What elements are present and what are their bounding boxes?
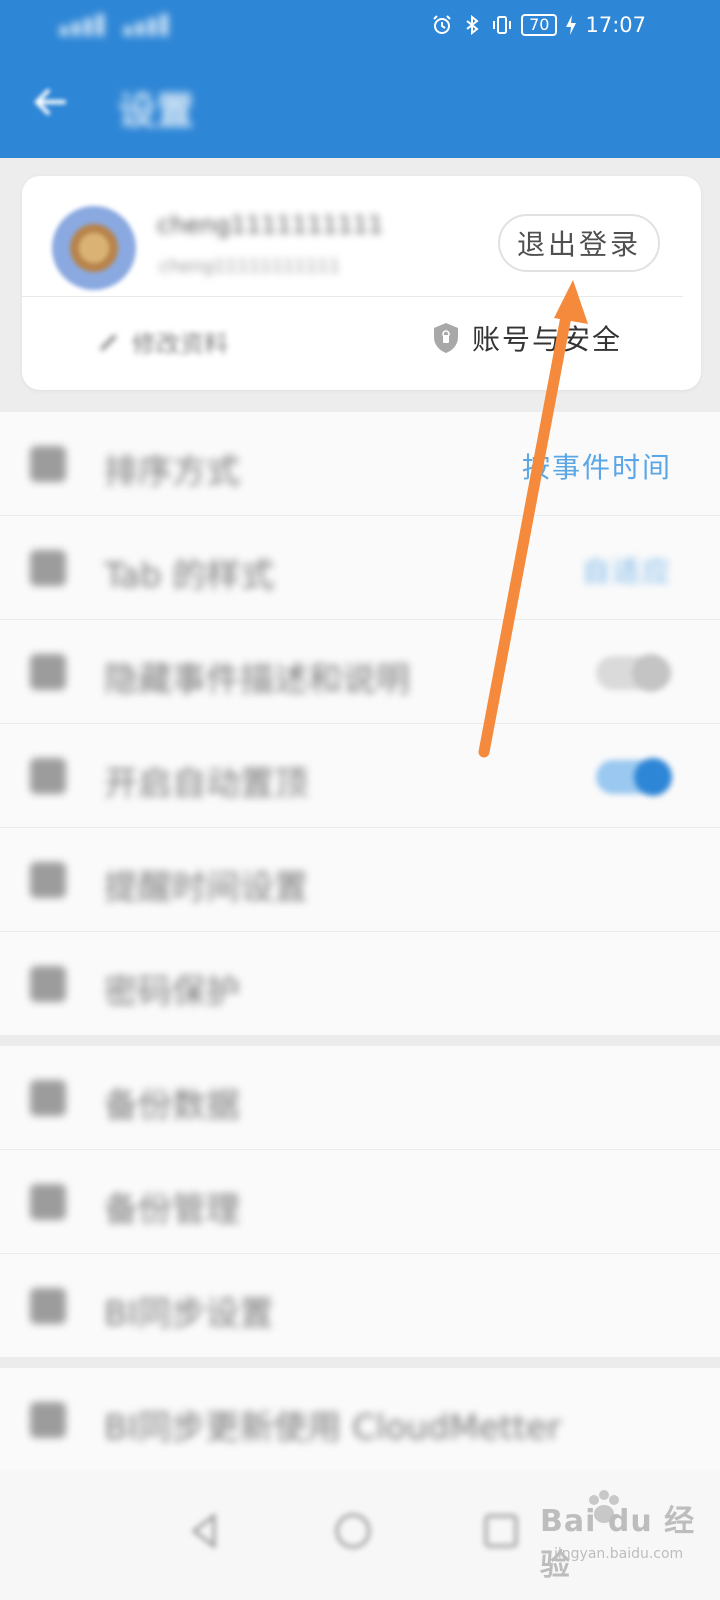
section-divider — [0, 1036, 720, 1046]
nav-recents-icon[interactable] — [476, 1506, 526, 1556]
status-bar: 70 17:07 — [0, 0, 720, 50]
vibrate-icon — [493, 16, 512, 34]
sort-icon — [30, 446, 66, 482]
row-label: 开启自动置顶 — [104, 764, 308, 804]
edit-profile-label: 修改资料 — [132, 330, 228, 358]
settings-row-auto-pin: 开启自动置顶 — [0, 724, 720, 828]
cloud-icon — [30, 1402, 66, 1438]
nav-home-icon[interactable] — [328, 1506, 378, 1556]
alarm-icon — [433, 15, 451, 34]
avatar[interactable] — [52, 206, 136, 290]
pin-icon — [30, 758, 66, 794]
backup-icon — [30, 1080, 66, 1116]
account-section: cheng1111111111 cheng11111111111 退出登录 修改… — [0, 158, 720, 412]
page-title: 设置 — [118, 89, 195, 133]
settings-list: 排序方式 按事件时间 Tab 的样式 自适应 隐藏事件描述和说明 开启自动置顶 … — [0, 412, 720, 1472]
bluetooth-icon — [466, 14, 479, 36]
card-divider — [22, 296, 683, 297]
username: cheng1111111111 — [157, 211, 384, 239]
sync-icon — [30, 1288, 66, 1324]
settings-row-reminder[interactable]: 提醒时间设置 — [0, 828, 720, 932]
charging-icon — [566, 15, 577, 35]
row-label: 密码保护 — [104, 972, 240, 1012]
settings-screen: 70 17:07 设置 cheng1111111111 cheng1111111… — [0, 0, 720, 1600]
settings-row-backup[interactable]: 备份数据 — [0, 1046, 720, 1150]
settings-row-tab-style[interactable]: Tab 的样式 自适应 — [0, 516, 720, 620]
user-id: cheng11111111111 — [159, 256, 341, 277]
pencil-icon — [100, 333, 117, 351]
row-label: 备份管理 — [104, 1190, 240, 1230]
battery-level: 70 — [521, 14, 558, 36]
row-label: BI同步更新使用 CloudMetter — [104, 1408, 562, 1448]
row-value: 自适应 — [581, 555, 672, 588]
app-bar: 设置 — [0, 50, 720, 158]
settings-row-backup-manage[interactable]: 备份管理 — [0, 1150, 720, 1254]
settings-row-hide-description: 隐藏事件描述和说明 — [0, 620, 720, 724]
settings-row-cloud[interactable]: BI同步更新使用 CloudMetter — [0, 1368, 720, 1472]
back-arrow-icon[interactable] — [28, 80, 72, 124]
row-label: 隐藏事件描述和说明 — [104, 660, 410, 700]
shield-icon — [434, 323, 458, 353]
clock-icon — [30, 862, 66, 898]
auto-pin-toggle[interactable] — [596, 758, 672, 796]
row-label: 备份数据 — [104, 1086, 240, 1126]
account-security-label: 账号与安全 — [472, 323, 623, 356]
row-value: 按事件时间 — [521, 451, 672, 484]
section-divider — [0, 1358, 720, 1368]
settings-row-sort[interactable]: 排序方式 按事件时间 — [0, 412, 720, 516]
settings-row-sync[interactable]: BI同步设置 — [0, 1254, 720, 1358]
system-nav-bar — [0, 1470, 720, 1600]
hide-icon — [30, 654, 66, 690]
account-security-button[interactable]: 账号与安全 — [432, 318, 622, 358]
row-label: Tab 的样式 — [104, 556, 275, 596]
backup-manage-icon — [30, 1184, 66, 1220]
edit-profile-button[interactable]: 修改资料 — [96, 324, 228, 359]
nav-back-icon[interactable] — [180, 1506, 230, 1556]
row-label: 提醒时间设置 — [104, 868, 308, 908]
tab-style-icon — [30, 550, 66, 586]
row-label: BI同步设置 — [104, 1294, 274, 1334]
settings-row-password[interactable]: 密码保护 — [0, 932, 720, 1036]
row-label: 排序方式 — [104, 452, 240, 492]
hide-description-toggle[interactable] — [596, 654, 672, 692]
clock-time: 17:07 — [585, 13, 646, 37]
signal-icon — [60, 12, 190, 38]
logout-button[interactable]: 退出登录 — [498, 214, 660, 272]
account-card: cheng1111111111 cheng11111111111 退出登录 修改… — [22, 176, 701, 390]
key-icon — [30, 966, 66, 1002]
